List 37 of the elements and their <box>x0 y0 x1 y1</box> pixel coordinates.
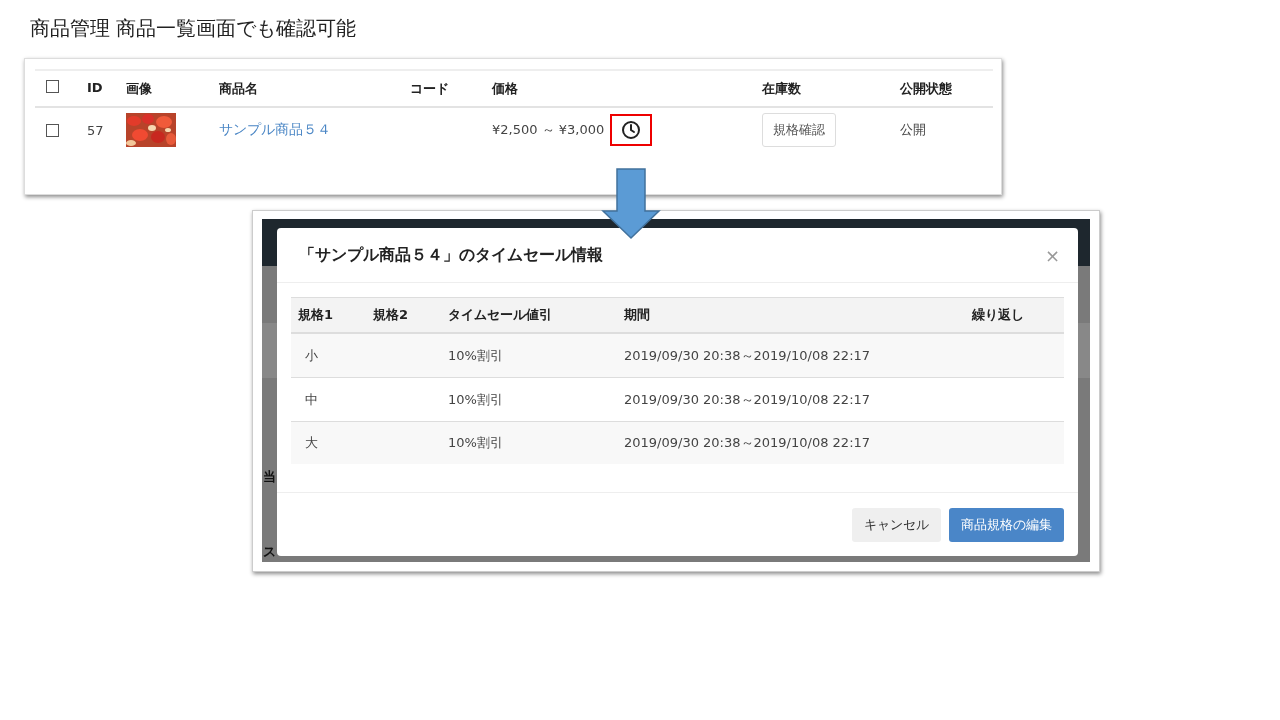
checkbox[interactable] <box>46 123 59 137</box>
table-cell: 10%割引 <box>448 390 503 409</box>
column-header: 商品名 <box>219 80 258 98</box>
checkbox[interactable] <box>46 80 59 93</box>
table-cell: 2019/09/30 20:38～2019/10/08 22:17 <box>624 390 871 409</box>
table-cell: ¥2,500 ～ ¥3,000 <box>492 121 605 139</box>
column-header: コード <box>410 80 449 98</box>
table-cell: 10%割引 <box>448 346 503 365</box>
slide-title: 商品管理 商品一覧画面でも確認可能 <box>30 15 358 42</box>
column-header: 規格1 <box>298 306 334 324</box>
column-header: 画像 <box>126 80 152 98</box>
backdrop-text: 当 <box>262 468 277 486</box>
column-header: タイムセール値引 <box>448 306 552 324</box>
column-header: 期間 <box>624 306 650 324</box>
close-button[interactable]: × <box>1042 244 1062 266</box>
spec-check-button[interactable]: 規格確認 <box>762 113 836 147</box>
column-header: 繰り返し <box>972 306 1024 324</box>
table-cell: 10%割引 <box>448 434 503 452</box>
down-arrow-icon <box>601 168 661 240</box>
table-cell: 小 <box>305 346 318 365</box>
table-cell: 公開 <box>900 121 926 139</box>
product-link[interactable]: サンプル商品５４ <box>219 121 331 139</box>
column-header: 公開状態 <box>900 80 952 98</box>
cancel-button[interactable]: キャンセル <box>852 508 941 542</box>
table-cell: 2019/09/30 20:38～2019/10/08 22:17 <box>624 434 871 452</box>
clock-icon[interactable] <box>621 120 642 140</box>
table-cell: 大 <box>305 434 318 452</box>
table-cell: 57 <box>87 122 104 138</box>
table-cell: 2019/09/30 20:38～2019/10/08 22:17 <box>624 346 871 365</box>
column-header: ID <box>87 80 103 95</box>
edit-button[interactable]: 商品規格の編集 <box>949 508 1064 542</box>
backdrop-text: ス <box>262 543 277 561</box>
column-header: 規格2 <box>373 306 409 324</box>
modal-title: 「サンプル商品５４」のタイムセール情報 <box>299 244 603 266</box>
column-header: 価格 <box>492 80 518 98</box>
table-cell: 中 <box>305 390 318 409</box>
column-header: 在庫数 <box>762 80 801 98</box>
